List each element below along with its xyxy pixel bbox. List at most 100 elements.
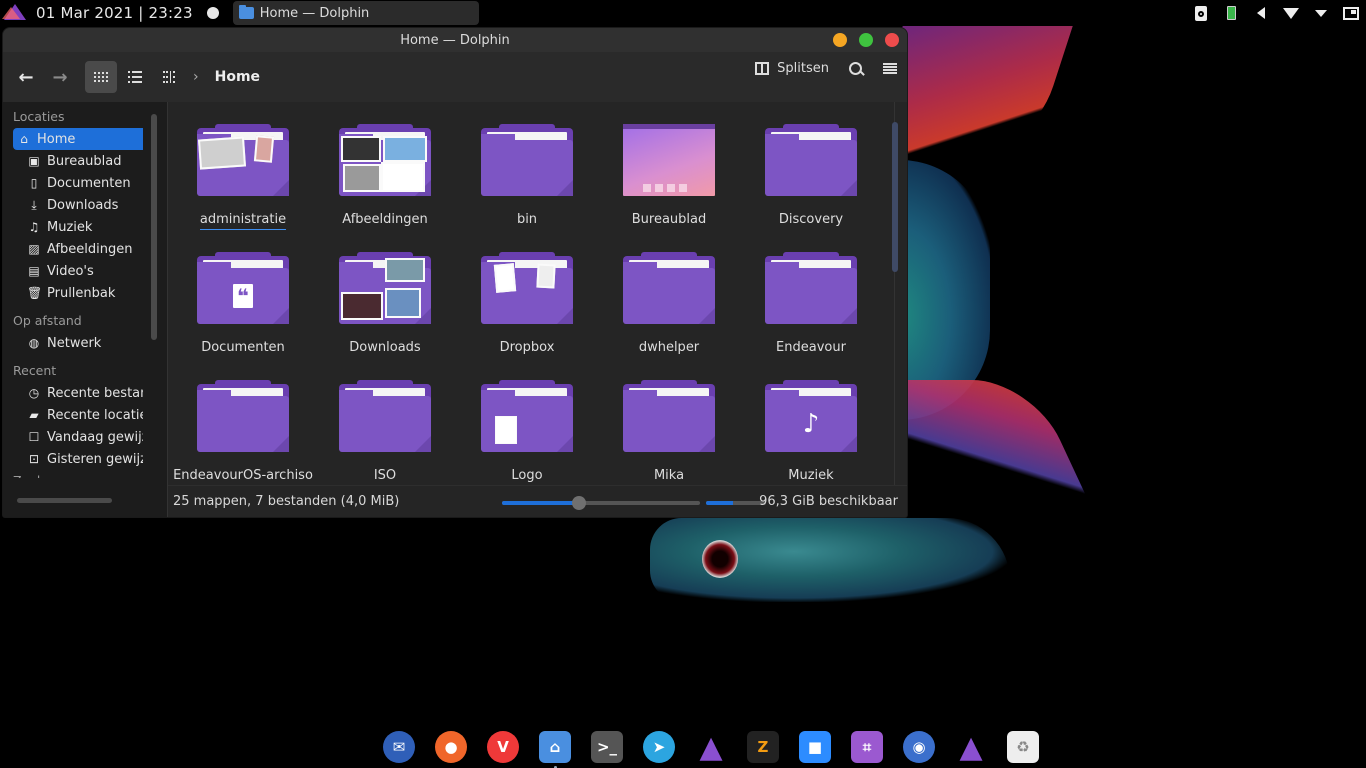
sidebar-item-prullenbak[interactable]: 🗑 Prullenbak xyxy=(13,282,143,304)
file-item[interactable]: Logo xyxy=(456,374,598,486)
toggle-app-icon: ◉ xyxy=(903,731,935,763)
app-launcher-icon[interactable] xyxy=(2,3,26,23)
file-name: Endeavour xyxy=(776,340,846,355)
zoom-slider-handle[interactable] xyxy=(572,496,587,510)
dock-item-endeavouros-welcome[interactable]: ▲ xyxy=(952,728,990,766)
taskbar-item-dolphin[interactable]: Home — Dolphin xyxy=(232,1,479,25)
file-name: Mika xyxy=(653,468,685,483)
file-item[interactable]: Discovery xyxy=(740,118,882,246)
file-name: Dropbox xyxy=(499,340,555,355)
dock-item-endeavouros[interactable]: ▲ xyxy=(692,728,730,766)
sidebar-vertical-scrollbar[interactable] xyxy=(151,114,157,340)
battery-icon[interactable] xyxy=(1216,0,1246,26)
minimize-button[interactable] xyxy=(833,33,847,47)
sidebar-item-netwerk[interactable]: ◍ Netwerk xyxy=(13,332,143,354)
file-name: Downloads xyxy=(349,340,421,355)
file-item[interactable]: ❝ Documenten xyxy=(172,246,314,374)
window-title: Home — Dolphin xyxy=(400,32,510,48)
disk-icon[interactable] xyxy=(1186,0,1216,26)
tray-expand-icon[interactable] xyxy=(1306,0,1336,26)
calendar-today-icon: ☐ xyxy=(28,430,40,444)
sidebar-item-bureaublad[interactable]: ▣ Bureaublad xyxy=(13,150,143,172)
file-item[interactable]: Downloads xyxy=(314,246,456,374)
zoom-slider[interactable] xyxy=(502,496,700,510)
home-icon: ⌂ xyxy=(20,132,28,146)
system-tray xyxy=(1186,0,1366,26)
sidebar-item-vandaag-gewijzigd[interactable]: ☐ Vandaag gewijzigd xyxy=(13,426,143,448)
dock-item-ziggo[interactable]: Z xyxy=(744,728,782,766)
file-name: Muziek xyxy=(788,468,834,483)
file-item[interactable]: EndeavourOS-archiso xyxy=(172,374,314,486)
file-item[interactable]: ♪ Muziek xyxy=(740,374,882,486)
show-desktop-icon[interactable] xyxy=(1336,0,1366,26)
file-item[interactable]: Afbeeldingen xyxy=(314,118,456,246)
calendar-yesterday-icon: ⊡ xyxy=(28,452,40,466)
sidebar-item-gisteren-gewijzigd[interactable]: ⊡ Gisteren gewijzigd xyxy=(13,448,143,470)
file-item[interactable]: Endeavour xyxy=(740,246,882,374)
forward-button[interactable]: → xyxy=(45,61,75,93)
file-item[interactable]: Mika xyxy=(598,374,740,486)
file-item[interactable]: Bureaublad xyxy=(598,118,740,246)
sidebar-item-downloads[interactable]: ⤓ Downloads xyxy=(13,194,143,216)
hamburger-menu-icon[interactable] xyxy=(883,62,897,75)
trash-icon: ♻ xyxy=(1007,731,1039,763)
dock-item-thunderbird[interactable]: ✉ xyxy=(380,728,418,766)
folder-icon xyxy=(339,380,431,452)
sidebar-item-label: Muziek xyxy=(47,219,93,235)
dock-item-vivaldi[interactable]: V xyxy=(484,728,522,766)
file-item[interactable]: Dropbox xyxy=(456,246,598,374)
recent-folder-icon: ▰ xyxy=(29,408,39,422)
telegram-icon: ➤ xyxy=(643,731,675,763)
dock-item-zoom[interactable]: ■ xyxy=(796,728,834,766)
sidebar-section-title: Op afstand xyxy=(13,313,82,328)
ziggo-icon: Z xyxy=(747,731,779,763)
list-icon xyxy=(128,71,142,83)
close-button[interactable] xyxy=(885,33,899,47)
sidebar-item-muziek[interactable]: ♫ Muziek xyxy=(13,216,143,238)
dock-item-terminal[interactable]: >_ xyxy=(588,728,626,766)
split-button[interactable]: Splitsen xyxy=(755,61,829,76)
search-icon[interactable] xyxy=(849,61,863,76)
video-icon: ▤ xyxy=(28,264,40,278)
back-button[interactable]: ← xyxy=(11,61,41,93)
file-item[interactable]: ISO xyxy=(314,374,456,486)
file-item[interactable]: administratie xyxy=(172,118,314,246)
sidebar-horizontal-scrollbar[interactable] xyxy=(17,498,112,503)
dock-item-telegram[interactable]: ➤ xyxy=(640,728,678,766)
sidebar-section-title: Recent xyxy=(13,363,57,378)
sidebar-item-afbeeldingen[interactable]: ▨ Afbeeldingen xyxy=(13,238,143,260)
taskbar-item-label: Home — Dolphin xyxy=(259,5,370,21)
sidebar-item-label: Home xyxy=(37,131,76,147)
document-icon: ▯ xyxy=(30,176,38,190)
compact-view-button[interactable] xyxy=(153,61,185,93)
details-view-button[interactable] xyxy=(119,61,151,93)
dock-item-firefox[interactable]: ● xyxy=(432,728,470,766)
music-icon: ♫ xyxy=(28,220,40,234)
file-view-scrollbar[interactable] xyxy=(892,122,898,272)
sidebar-item-documenten[interactable]: ▯ Documenten xyxy=(13,172,143,194)
dock-item-toggle-app[interactable]: ◉ xyxy=(900,728,938,766)
wifi-icon[interactable] xyxy=(1276,0,1306,26)
sidebar-item-home[interactable]: ⌂ Home xyxy=(13,128,143,150)
maximize-button[interactable] xyxy=(859,33,873,47)
status-dot-icon[interactable] xyxy=(206,7,219,19)
file-item[interactable]: dwhelper xyxy=(598,246,740,374)
dock-item-file-manager[interactable]: ⌂ xyxy=(536,728,574,768)
dock-item-crop-tool[interactable]: ⌗ xyxy=(848,728,886,766)
sidebar-item-recente-bestanden[interactable]: ◷ Recente bestanden xyxy=(13,382,143,404)
dock-item-trash[interactable]: ♻ xyxy=(1004,728,1042,766)
clock[interactable]: 01 Mar 2021 | 23:23 xyxy=(36,4,193,22)
folder-icon: ❝ xyxy=(197,252,289,324)
sidebar-item-video-s[interactable]: ▤ Video's xyxy=(13,260,143,282)
window-titlebar[interactable]: Home — Dolphin xyxy=(3,28,907,52)
file-item[interactable]: bin xyxy=(456,118,598,246)
volume-icon[interactable] xyxy=(1246,0,1276,26)
dock: ✉ ● V ⌂ >_ ➤ ▲ Z ■ ⌗ ◉ ▲ ♻ xyxy=(380,728,1042,768)
icons-view-button[interactable] xyxy=(85,61,117,93)
sidebar-item-label: Documenten xyxy=(47,175,131,191)
sidebar-item-recente-locaties[interactable]: ▰ Recente locaties xyxy=(13,404,143,426)
folder-icon xyxy=(238,5,254,19)
trash-icon: 🗑 xyxy=(27,286,43,300)
sidebar-item-label: Recente locaties xyxy=(47,407,143,423)
breadcrumb-home[interactable]: Home xyxy=(215,69,260,85)
